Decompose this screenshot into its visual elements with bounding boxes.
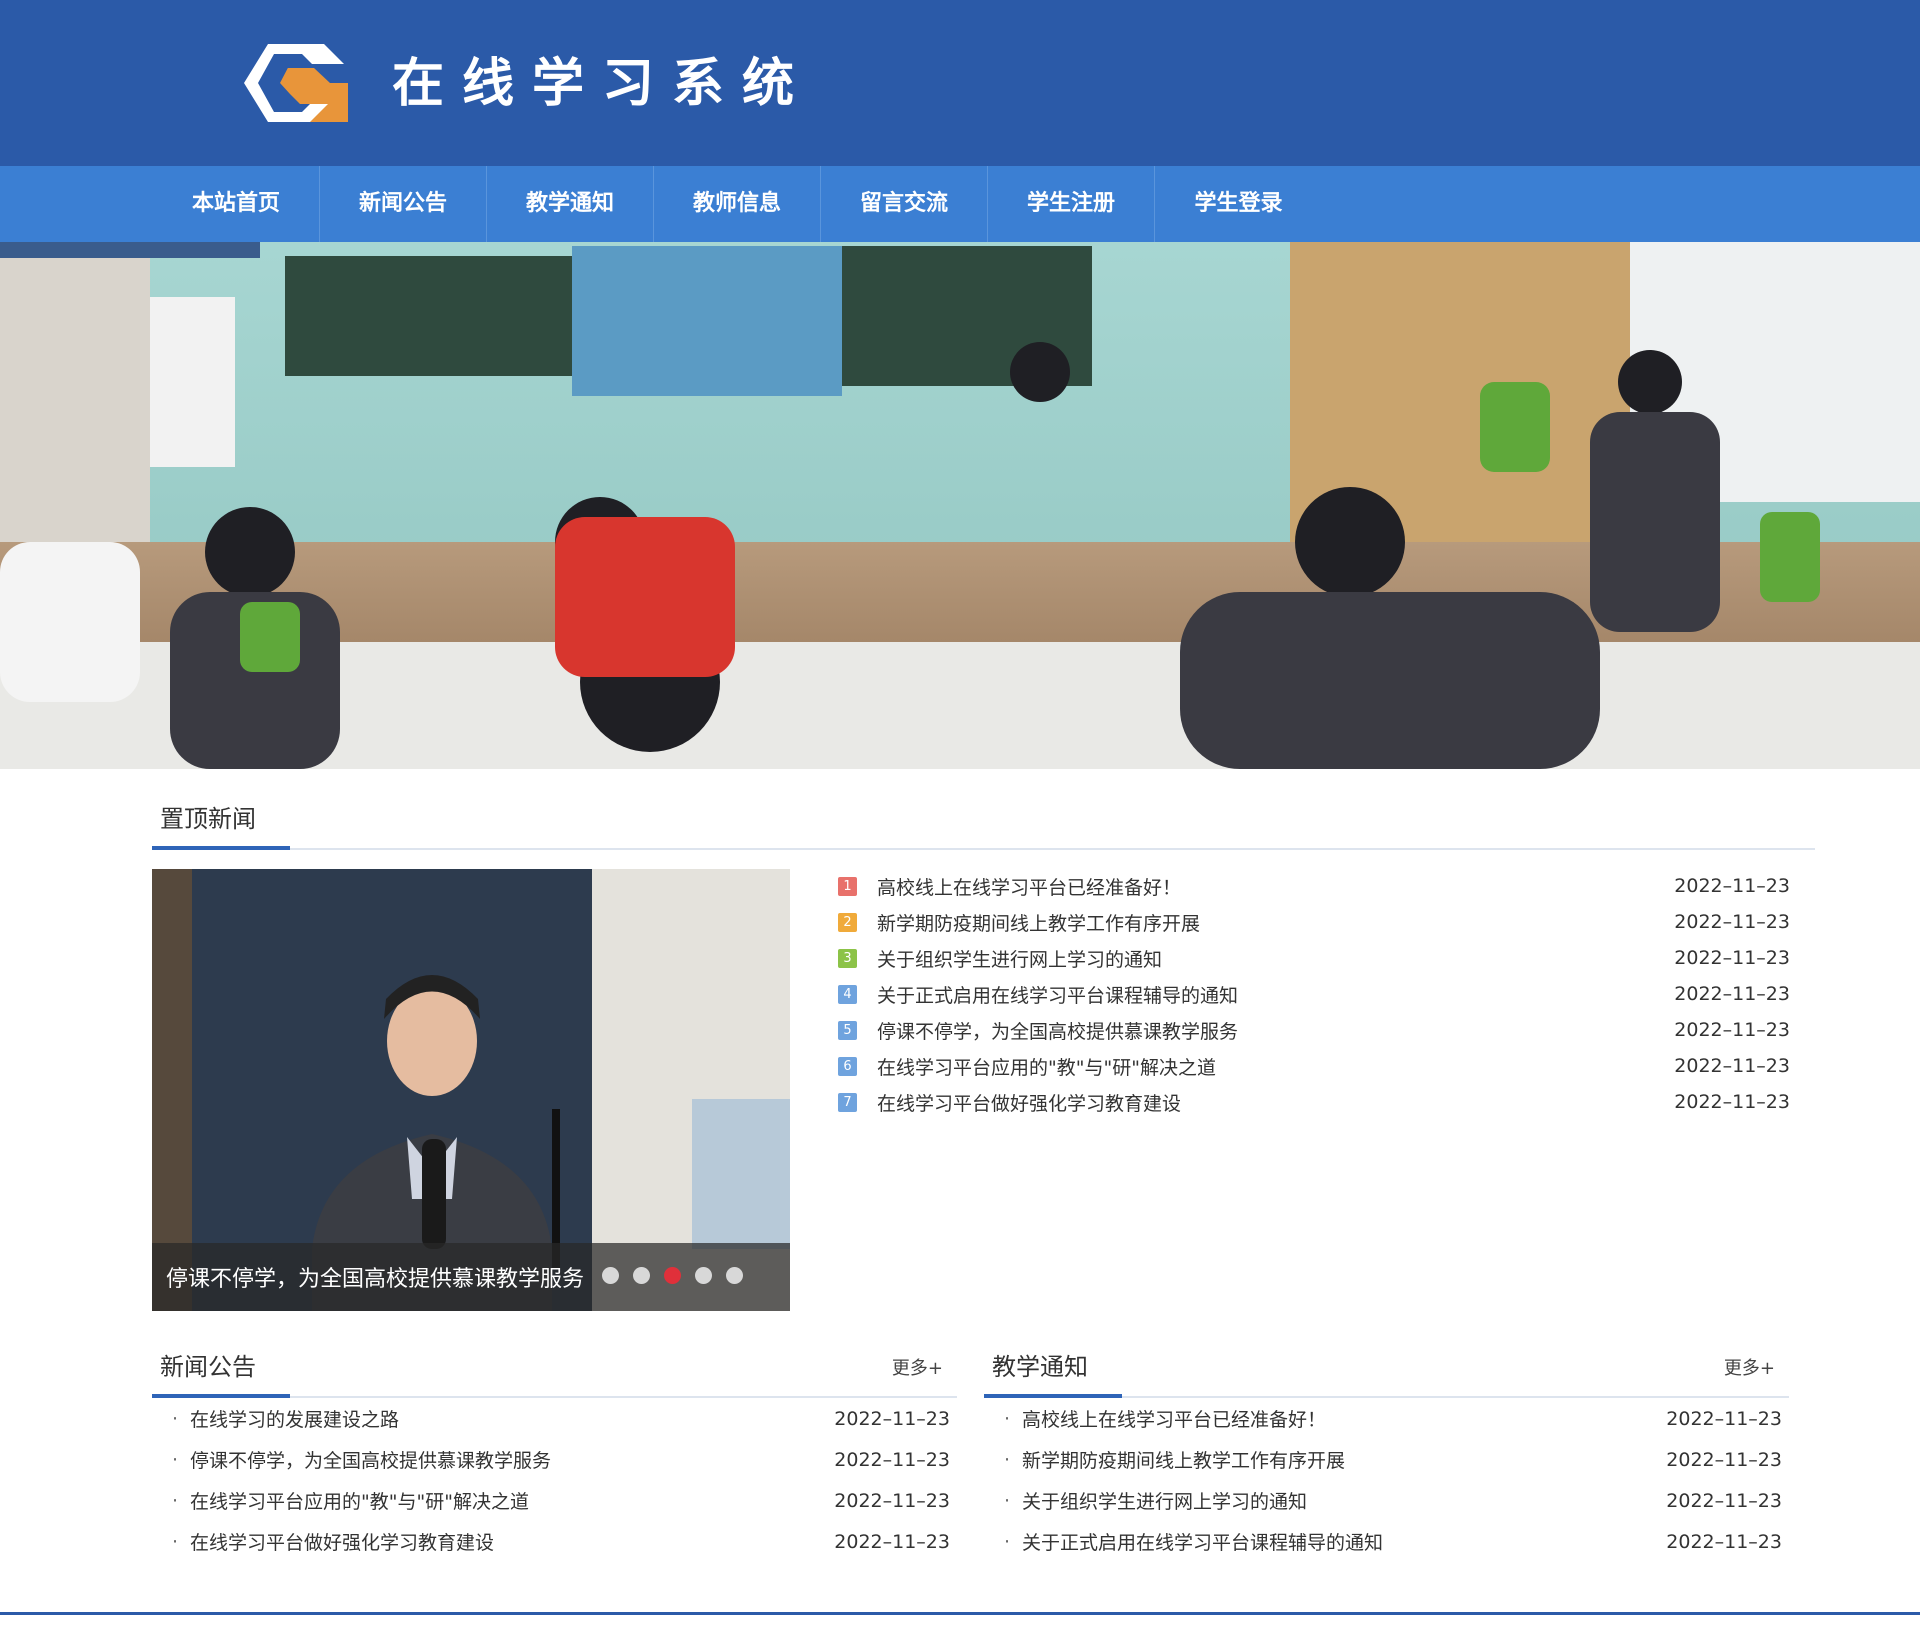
rank-badge: 1: [838, 876, 857, 896]
bullet: ·: [1003, 1407, 1011, 1430]
notice-list: · 高校线上在线学习平台已经准备好！ 2022–11–23 · 新学期防疫期间线…: [992, 1398, 1782, 1562]
list-item[interactable]: · 在线学习平台做好强化学习教育建设 2022–11–23: [160, 1521, 950, 1562]
list-item[interactable]: · 停课不停学，为全国高校提供慕课教学服务 2022–11–23: [160, 1439, 950, 1480]
notice-title[interactable]: 关于正式启用在线学习平台课程辅导的通知: [1022, 1528, 1622, 1555]
bullet: ·: [1003, 1530, 1011, 1553]
nav-item-teaching-notice[interactable]: 教学通知: [487, 166, 654, 242]
news-title[interactable]: 新学期防疫期间线上教学工作有序开展: [877, 909, 1590, 936]
list-item[interactable]: · 在线学习的发展建设之路 2022–11–23: [160, 1398, 950, 1439]
top-news-title: 置顶新闻: [160, 805, 256, 833]
slider-dots: [602, 1267, 743, 1284]
nav-item-home[interactable]: 本站首页: [153, 166, 320, 242]
news-date: 2022–11–23: [1674, 1091, 1790, 1113]
footer-divider: [0, 1612, 1920, 1615]
top-news-item[interactable]: 3 关于组织学生进行网上学习的通知 2022–11–23: [838, 940, 1790, 976]
top-news-item[interactable]: 4 关于正式启用在线学习平台课程辅导的通知 2022–11–23: [838, 976, 1790, 1012]
bullet: ·: [1003, 1489, 1011, 1512]
notice-section-title: 教学通知: [992, 1353, 1088, 1381]
news-title[interactable]: 停课不停学，为全国高校提供慕课教学服务: [190, 1446, 790, 1473]
news-section-title: 新闻公告: [160, 1353, 256, 1381]
news-date: 2022–11–23: [1674, 983, 1790, 1005]
slider-dot-4[interactable]: [695, 1267, 712, 1284]
news-slider[interactable]: 停课不停学，为全国高校提供慕课教学服务: [152, 869, 790, 1311]
notice-title[interactable]: 关于组织学生进行网上学习的通知: [1022, 1487, 1622, 1514]
rank-badge: 6: [838, 1056, 857, 1076]
slider-caption-bar: 停课不停学，为全国高校提供慕课教学服务: [152, 1243, 790, 1311]
bullet: ·: [171, 1530, 179, 1553]
news-section-header: 新闻公告 更多+: [152, 1338, 957, 1398]
news-title[interactable]: 停课不停学，为全国高校提供慕课教学服务: [877, 1017, 1590, 1044]
rank-badge: 2: [838, 912, 857, 932]
news-title[interactable]: 在线学习平台应用的"教"与"研"解决之道: [190, 1487, 790, 1514]
notice-date: 2022–11–23: [1666, 1489, 1782, 1512]
rank-badge: 5: [838, 1020, 857, 1040]
news-title[interactable]: 在线学习平台做好强化学习教育建设: [877, 1089, 1590, 1116]
rank-badge: 3: [838, 948, 857, 968]
list-item[interactable]: · 高校线上在线学习平台已经准备好！ 2022–11–23: [992, 1398, 1782, 1439]
slider-dot-1[interactable]: [602, 1267, 619, 1284]
notice-date: 2022–11–23: [1666, 1448, 1782, 1471]
list-item[interactable]: · 新学期防疫期间线上教学工作有序开展 2022–11–23: [992, 1439, 1782, 1480]
notice-more-link[interactable]: 更多+: [1724, 1354, 1775, 1380]
slider-dot-3[interactable]: [664, 1267, 681, 1284]
classroom-banner-image: [0, 242, 1920, 769]
news-title[interactable]: 高校线上在线学习平台已经准备好！: [877, 873, 1590, 900]
nav-item-register[interactable]: 学生注册: [988, 166, 1155, 242]
news-list: · 在线学习的发展建设之路 2022–11–23 · 停课不停学，为全国高校提供…: [160, 1398, 950, 1562]
bullet: ·: [171, 1489, 179, 1512]
slider-dot-2[interactable]: [633, 1267, 650, 1284]
bullet: ·: [1003, 1448, 1011, 1471]
news-date: 2022–11–23: [1674, 875, 1790, 897]
top-news-list: 1 高校线上在线学习平台已经准备好！ 2022–11–23 2 新学期防疫期间线…: [838, 868, 1790, 1120]
site-title: 在线学习系统: [392, 54, 813, 114]
news-more-link[interactable]: 更多+: [892, 1354, 943, 1380]
news-title[interactable]: 在线学习平台做好强化学习教育建设: [190, 1528, 790, 1555]
news-date: 2022–11–23: [834, 1407, 950, 1430]
nav-item-messages[interactable]: 留言交流: [821, 166, 988, 242]
site-header: 在线学习系统: [0, 0, 1920, 166]
top-news-item[interactable]: 6 在线学习平台应用的"教"与"研"解决之道 2022–11–23: [838, 1048, 1790, 1084]
top-news-header: 置顶新闻: [152, 790, 1815, 850]
news-date: 2022–11–23: [834, 1489, 950, 1512]
bullet: ·: [171, 1448, 179, 1471]
rank-badge: 7: [838, 1092, 857, 1112]
news-title[interactable]: 关于正式启用在线学习平台课程辅导的通知: [877, 981, 1590, 1008]
slider-caption: 停课不停学，为全国高校提供慕课教学服务: [166, 1267, 585, 1292]
news-date: 2022–11–23: [834, 1448, 950, 1471]
notice-section-header: 教学通知 更多+: [984, 1338, 1789, 1398]
news-date: 2022–11–23: [1674, 947, 1790, 969]
bullet: ·: [171, 1407, 179, 1430]
list-item[interactable]: · 关于组织学生进行网上学习的通知 2022–11–23: [992, 1480, 1782, 1521]
main-nav: 本站首页 新闻公告 教学通知 教师信息 留言交流 学生注册 学生登录: [0, 166, 1920, 242]
list-item[interactable]: · 关于正式启用在线学习平台课程辅导的通知 2022–11–23: [992, 1521, 1782, 1562]
nav-item-news[interactable]: 新闻公告: [320, 166, 487, 242]
news-title[interactable]: 在线学习平台应用的"教"与"研"解决之道: [877, 1053, 1590, 1080]
nav-item-teachers[interactable]: 教师信息: [654, 166, 821, 242]
list-item[interactable]: · 在线学习平台应用的"教"与"研"解决之道 2022–11–23: [160, 1480, 950, 1521]
hexagon-g-logo-icon[interactable]: [240, 42, 352, 124]
notice-date: 2022–11–23: [1666, 1407, 1782, 1430]
nav-item-login[interactable]: 学生登录: [1155, 166, 1322, 242]
top-news-item[interactable]: 1 高校线上在线学习平台已经准备好！ 2022–11–23: [838, 868, 1790, 904]
notice-date: 2022–11–23: [1666, 1530, 1782, 1553]
news-date: 2022–11–23: [834, 1530, 950, 1553]
top-news-underline: [152, 846, 290, 850]
top-news-item[interactable]: 2 新学期防疫期间线上教学工作有序开展 2022–11–23: [838, 904, 1790, 940]
news-date: 2022–11–23: [1674, 1055, 1790, 1077]
news-date: 2022–11–23: [1674, 911, 1790, 933]
top-news-item[interactable]: 5 停课不停学，为全国高校提供慕课教学服务 2022–11–23: [838, 1012, 1790, 1048]
top-news-item[interactable]: 7 在线学习平台做好强化学习教育建设 2022–11–23: [838, 1084, 1790, 1120]
notice-title[interactable]: 高校线上在线学习平台已经准备好！: [1022, 1405, 1622, 1432]
news-title[interactable]: 关于组织学生进行网上学习的通知: [877, 945, 1590, 972]
slider-dot-5[interactable]: [726, 1267, 743, 1284]
news-date: 2022–11–23: [1674, 1019, 1790, 1041]
news-title[interactable]: 在线学习的发展建设之路: [190, 1405, 790, 1432]
notice-title[interactable]: 新学期防疫期间线上教学工作有序开展: [1022, 1446, 1622, 1473]
rank-badge: 4: [838, 984, 857, 1004]
